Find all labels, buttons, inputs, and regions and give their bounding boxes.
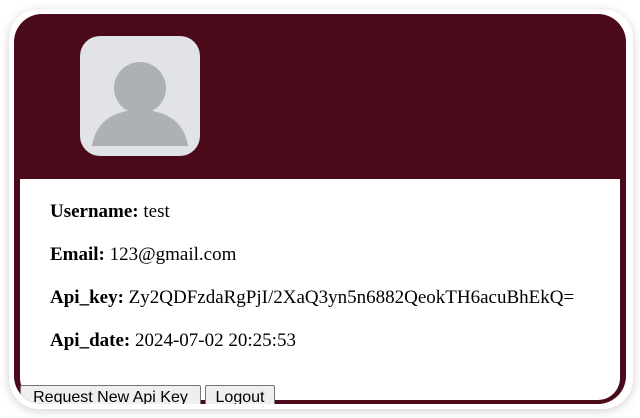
api-key-row: Api_key: Zy2QDFzdaRgPjI/2XaQ3yn5n6882Qeo… bbox=[50, 287, 574, 309]
logout-button[interactable]: Logout bbox=[205, 385, 275, 404]
avatar bbox=[80, 36, 200, 156]
request-new-api-key-button[interactable]: Request New Api Key bbox=[20, 385, 201, 404]
api-key-value: Zy2QDFzdaRgPjI/2XaQ3yn5n6882QeokTH6acuBh… bbox=[123, 287, 575, 308]
profile-details: Username: test Email: 123@gmail.com Api_… bbox=[20, 179, 620, 404]
email-label: Email: bbox=[50, 244, 105, 265]
api-date-row: Api_date: 2024-07-02 20:25:53 bbox=[50, 330, 296, 352]
profile-card: Username: test Email: 123@gmail.com Api_… bbox=[14, 14, 626, 404]
username-label: Username: bbox=[50, 201, 139, 222]
api-date-label: Api_date: bbox=[50, 330, 131, 351]
user-placeholder-icon bbox=[92, 62, 188, 146]
username-value: test bbox=[138, 201, 170, 222]
email-row: Email: 123@gmail.com bbox=[50, 244, 236, 266]
username-row: Username: test bbox=[50, 201, 170, 223]
email-value: 123@gmail.com bbox=[104, 244, 237, 265]
api-date-value: 2024-07-02 20:25:53 bbox=[130, 330, 296, 351]
api-key-label: Api_key: bbox=[50, 287, 124, 308]
